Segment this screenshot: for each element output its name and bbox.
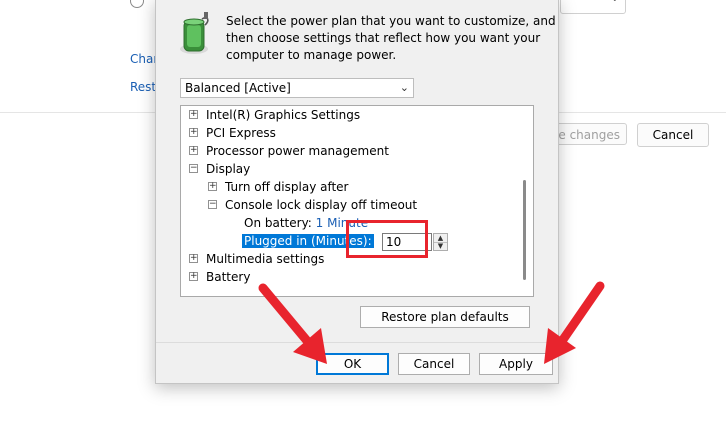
spin-arrows-icon[interactable]: ▲ ▼: [433, 233, 448, 251]
red-arrow-icon: [258, 283, 327, 364]
battery-power-plan-icon: [180, 12, 209, 54]
restore-plan-defaults-button[interactable]: Restore plan defaults: [360, 306, 530, 328]
power-plan-select[interactable]: Balanced [Active] ⌄: [180, 78, 414, 98]
dialog-footer-divider: [156, 342, 558, 343]
tree-item-label: Processor power management: [206, 144, 389, 158]
tree-item-label: PCI Express: [206, 126, 276, 140]
tree-item-label: Multimedia settings: [206, 252, 325, 266]
tree-item-label: Display: [206, 162, 251, 176]
chevron-down-icon: ⌄: [399, 81, 409, 94]
tree-collapser-icon[interactable]: −: [208, 200, 217, 209]
tree-collapser-icon[interactable]: −: [189, 164, 198, 173]
tree-item-label: Console lock display off timeout: [225, 198, 418, 212]
tree-expander-icon[interactable]: +: [208, 182, 217, 191]
scrollbar-thumb[interactable]: [523, 180, 526, 280]
tree-item-label: Intel(R) Graphics Settings: [206, 108, 361, 122]
background-dropdown[interactable]: ⌄: [560, 0, 626, 14]
spin-down-button[interactable]: ▼: [434, 242, 447, 250]
red-arrow-icon: [544, 281, 605, 364]
tree-item-label: On battery:: [244, 216, 312, 230]
cancel-button[interactable]: Cancel: [398, 353, 470, 375]
tree-scrollbar[interactable]: [516, 106, 533, 296]
tree-expander-icon[interactable]: +: [189, 110, 198, 119]
tree-item-label: Battery: [206, 270, 251, 284]
background-cancel-button[interactable]: Cancel: [637, 123, 709, 147]
tree-expander-icon[interactable]: +: [189, 272, 198, 281]
highlight-box: [346, 220, 428, 258]
instruction-line: computer to manage power.: [226, 48, 397, 62]
instruction-line: then choose settings that reflect how yo…: [226, 31, 541, 45]
tree-expander-icon[interactable]: +: [189, 254, 198, 263]
instruction-line: Select the power plan that you want to c…: [226, 14, 556, 28]
settings-tree[interactable]: + Intel(R) Graphics Settings + PCI Expre…: [180, 105, 534, 297]
tree-item-label: Turn off display after: [225, 180, 349, 194]
tree-expander-icon[interactable]: +: [189, 128, 198, 137]
power-plan-select-value: Balanced [Active]: [185, 81, 291, 95]
dialog-instructions: Select the power plan that you want to c…: [226, 13, 556, 64]
tree-expander-icon[interactable]: +: [189, 146, 198, 155]
power-options-dialog: Select the power plan that you want to c…: [155, 0, 559, 384]
chevron-down-icon: ⌄: [611, 0, 619, 4]
